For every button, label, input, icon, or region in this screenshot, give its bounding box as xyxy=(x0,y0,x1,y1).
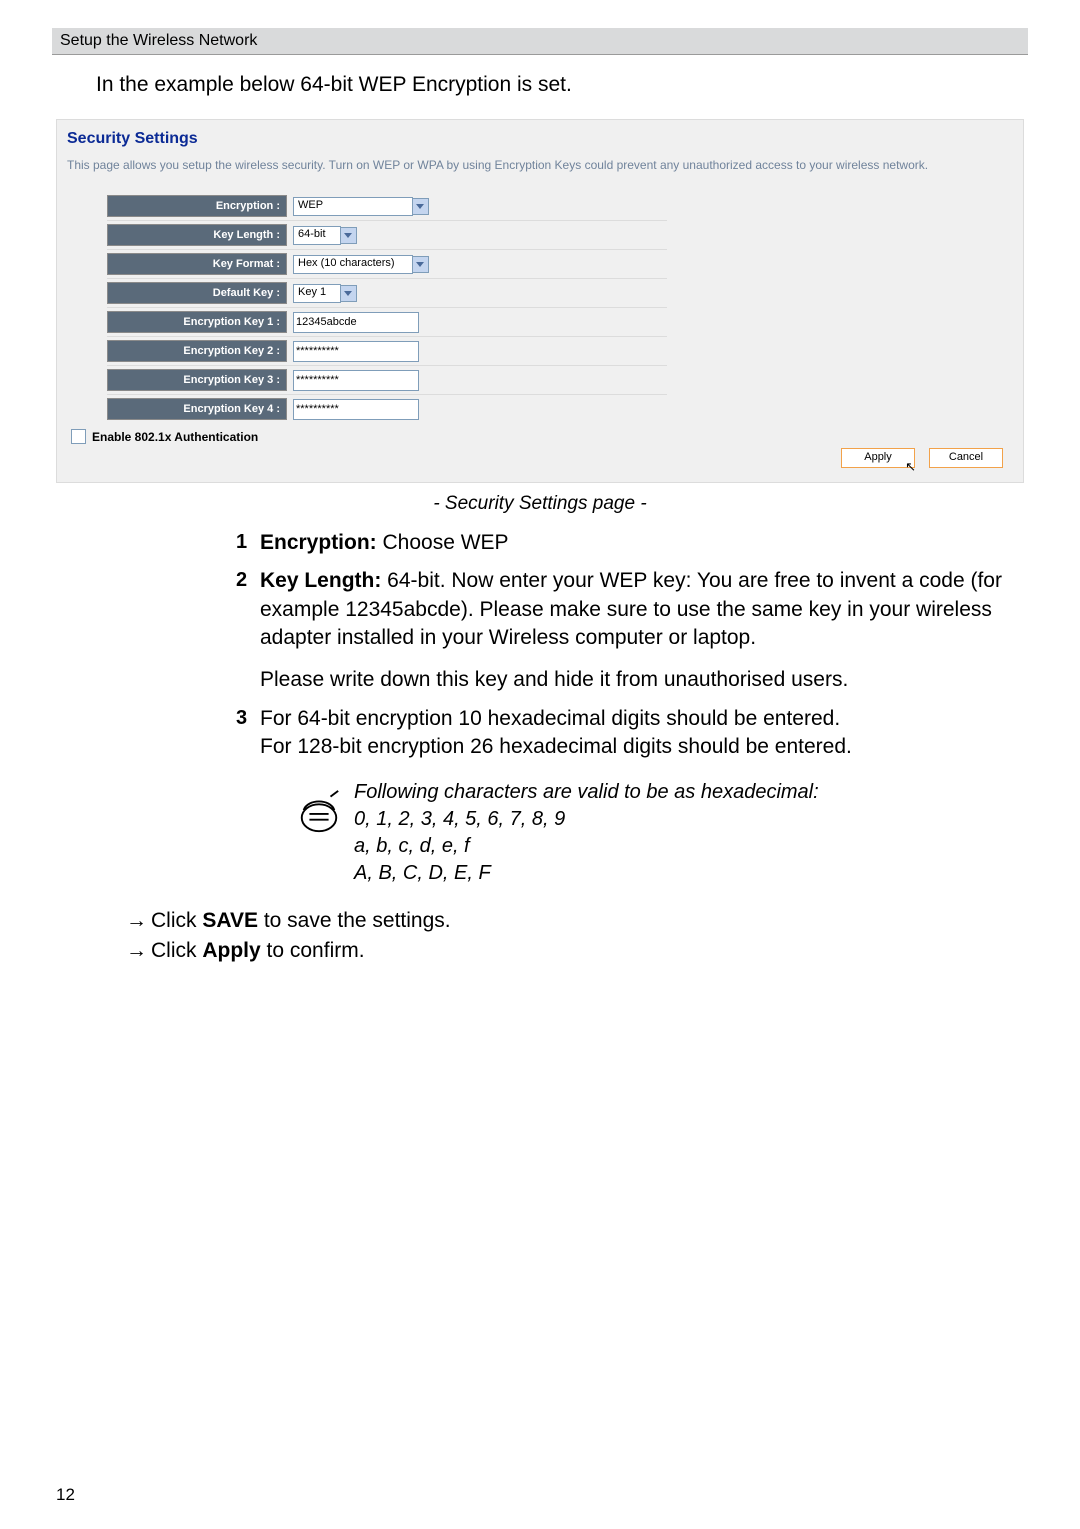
action1-post: to save the settings. xyxy=(258,909,451,932)
note-line-1: Following characters are valid to be as … xyxy=(354,779,819,806)
key4-label: Encryption Key 4 : xyxy=(107,398,287,420)
step2-lead: Key Length: xyxy=(260,569,381,592)
note-line-2: 0, 1, 2, 3, 4, 5, 6, 7, 8, 9 xyxy=(354,806,819,833)
cancel-label: Cancel xyxy=(949,451,983,463)
enable-8021x-checkbox[interactable] xyxy=(71,429,86,444)
chevron-down-icon xyxy=(340,227,357,244)
key3-input[interactable] xyxy=(293,370,419,391)
keyformat-select[interactable]: Hex (10 characters) xyxy=(293,255,429,274)
step-number: 1 xyxy=(236,529,260,557)
security-settings-description: This page allows you setup the wireless … xyxy=(67,158,1013,172)
key1-label: Encryption Key 1 : xyxy=(107,311,287,333)
enable-8021x-label: Enable 802.1x Authentication xyxy=(92,430,258,444)
apply-button[interactable]: Apply ↖ xyxy=(841,448,915,468)
action1-pre: Click xyxy=(151,909,202,932)
page-number: 12 xyxy=(56,1485,75,1505)
step3-line-a: For 64-bit encryption 10 hexadecimal dig… xyxy=(260,705,1024,733)
chevron-down-icon xyxy=(412,256,429,273)
encryption-select[interactable]: WEP xyxy=(293,197,429,216)
instruction-list: 1 Encryption: Choose WEP 2 Key Length: 6… xyxy=(236,529,1024,887)
security-settings-panel: Security Settings This page allows you s… xyxy=(56,119,1024,483)
key4-input[interactable] xyxy=(293,399,419,420)
note-line-4: A, B, C, D, E, F xyxy=(354,860,819,887)
action2-bold: Apply xyxy=(202,939,260,962)
step3-line-b: For 128-bit encryption 26 hexadecimal di… xyxy=(260,733,1024,761)
page-header: Setup the Wireless Network xyxy=(52,28,1028,55)
keylength-value: 64-bit xyxy=(293,226,341,245)
key2-input[interactable] xyxy=(293,341,419,362)
step1-text: Choose WEP xyxy=(377,531,509,554)
cursor-icon: ↖ xyxy=(905,459,916,475)
note-icon xyxy=(296,789,342,843)
note-line-3: a, b, c, d, e, f xyxy=(354,833,819,860)
defaultkey-label: Default Key : xyxy=(107,282,287,304)
keyformat-label: Key Format : xyxy=(107,253,287,275)
step2-extra: Please write down this key and hide it f… xyxy=(260,666,1024,694)
action2-pre: Click xyxy=(151,939,202,962)
step1-lead: Encryption: xyxy=(260,531,377,554)
defaultkey-value: Key 1 xyxy=(293,284,341,303)
step-number: 3 xyxy=(236,705,260,762)
security-form: Encryption : WEP Key Length : 64-bit xyxy=(107,192,667,423)
intro-text: In the example below 64-bit WEP Encrypti… xyxy=(96,73,1024,97)
figure-caption: - Security Settings page - xyxy=(56,493,1024,515)
security-settings-title: Security Settings xyxy=(67,130,1013,148)
arrow-icon: → xyxy=(126,939,147,963)
defaultkey-select[interactable]: Key 1 xyxy=(293,284,357,303)
note-block: Following characters are valid to be as … xyxy=(296,779,1024,887)
keyformat-value: Hex (10 characters) xyxy=(293,255,413,274)
step-number: 2 xyxy=(236,567,260,694)
encryption-value: WEP xyxy=(293,197,413,216)
apply-label: Apply xyxy=(864,451,892,463)
key2-label: Encryption Key 2 : xyxy=(107,340,287,362)
key1-input[interactable] xyxy=(293,312,419,333)
arrow-icon: → xyxy=(126,909,147,933)
keylength-select[interactable]: 64-bit xyxy=(293,226,357,245)
action-steps: →Click SAVE to save the settings. →Click… xyxy=(126,909,1024,963)
encryption-label: Encryption : xyxy=(107,195,287,217)
action2-post: to confirm. xyxy=(261,939,365,962)
chevron-down-icon xyxy=(340,285,357,302)
chevron-down-icon xyxy=(412,198,429,215)
keylength-label: Key Length : xyxy=(107,224,287,246)
action1-bold: SAVE xyxy=(202,909,258,932)
cancel-button[interactable]: Cancel xyxy=(929,448,1003,468)
key3-label: Encryption Key 3 : xyxy=(107,369,287,391)
